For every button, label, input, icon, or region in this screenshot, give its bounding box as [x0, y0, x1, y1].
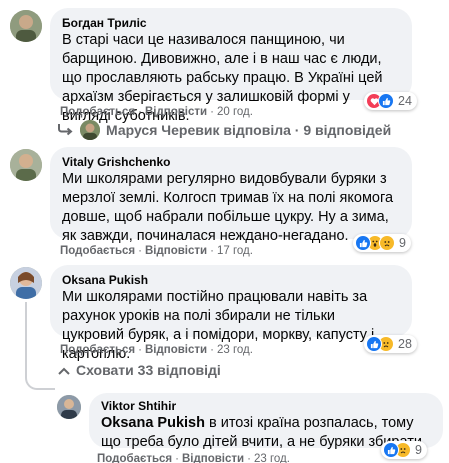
- avatar[interactable]: [10, 10, 42, 42]
- comments-page: Богдан Триліс В старі часи це називалося…: [0, 0, 449, 463]
- reply-button[interactable]: Відповісти: [145, 106, 207, 118]
- comment-bubble: Viktor Shtihir Oksana Pukish в итозі кра…: [89, 393, 443, 450]
- comment-actions: Подобається · Відповісти · 17 год.: [60, 244, 253, 258]
- comment-actions: Подобається · Відповісти · 20 год.: [60, 105, 253, 119]
- thread-connector: [25, 366, 55, 390]
- separator-dot: ·: [210, 106, 214, 118]
- like-button[interactable]: Подобається: [60, 344, 135, 356]
- separator-dot: ·: [210, 245, 214, 257]
- replies-summary-text: Маруся Черевик відповіла · 9 відповідей: [106, 122, 392, 138]
- comment-author[interactable]: Vitaly Grishchenko: [62, 154, 400, 170]
- like-button[interactable]: Подобається: [97, 453, 172, 463]
- like-button[interactable]: Подобається: [60, 245, 135, 257]
- avatar[interactable]: [10, 149, 42, 181]
- separator-dot: ·: [175, 453, 179, 463]
- avatar[interactable]: [57, 395, 81, 419]
- comment-bubble: Vitaly Grishchenko Ми школярами регулярн…: [50, 147, 412, 244]
- separator-dot: ·: [247, 453, 251, 463]
- hide-replies-link[interactable]: Сховати 33 відповіді: [58, 362, 221, 378]
- separator-dot: ·: [138, 245, 142, 257]
- mentioned-user[interactable]: Oksana Pukish: [101, 415, 205, 431]
- view-replies-link[interactable]: Маруся Черевик відповіла · 9 відповідей: [58, 120, 391, 140]
- comment-author[interactable]: Богдан Триліс: [62, 15, 400, 31]
- like-icon: [378, 93, 394, 109]
- reactions-summary[interactable]: 28: [364, 335, 417, 353]
- reply-button[interactable]: Відповісти: [182, 453, 244, 463]
- hide-replies-text: Сховати 33 відповіді: [76, 362, 221, 378]
- like-button[interactable]: Подобається: [60, 106, 135, 118]
- comment-author[interactable]: Oksana Pukish: [62, 272, 400, 288]
- comment-actions: Подобається · Відповісти · 23 год.: [60, 343, 253, 357]
- separator-dot: ·: [210, 344, 214, 356]
- separator-dot: ·: [138, 344, 142, 356]
- like-icon: [355, 235, 371, 251]
- sad-icon: [379, 235, 395, 251]
- avatar[interactable]: [10, 267, 42, 299]
- comment-author[interactable]: Viktor Shtihir: [101, 398, 431, 414]
- comment-time[interactable]: 23 год.: [217, 344, 253, 356]
- replier-avatar: [80, 120, 100, 140]
- reactions-summary[interactable]: 9: [353, 234, 411, 252]
- reaction-count: 9: [399, 236, 406, 250]
- comment-actions: Подобається · Відповісти · 23 год.: [97, 452, 290, 463]
- reactions-summary[interactable]: 24: [364, 92, 417, 110]
- reaction-count: 24: [398, 94, 412, 108]
- like-icon: [366, 336, 382, 352]
- comment-text: Ми школярами регулярно видовбували буряк…: [62, 171, 394, 244]
- comment-time[interactable]: 20 год.: [217, 106, 253, 118]
- reaction-count: 28: [398, 337, 412, 351]
- comment-bubble: Oksana Pukish Ми школярами постійно прац…: [50, 265, 412, 362]
- comment-time[interactable]: 23 год.: [254, 453, 290, 463]
- reply-arrow-icon: [58, 122, 74, 139]
- like-icon: [383, 442, 399, 458]
- separator-dot: ·: [138, 106, 142, 118]
- reply-button[interactable]: Відповісти: [145, 245, 207, 257]
- reaction-count: 9: [415, 443, 422, 457]
- reply-button[interactable]: Відповісти: [145, 344, 207, 356]
- chevron-up-icon: [58, 362, 70, 378]
- thread-line: [25, 302, 27, 372]
- comment-time[interactable]: 17 год.: [217, 245, 253, 257]
- reactions-summary[interactable]: 9: [381, 441, 427, 459]
- comment-bubble: Богдан Триліс В старі часи це називалося…: [50, 8, 412, 124]
